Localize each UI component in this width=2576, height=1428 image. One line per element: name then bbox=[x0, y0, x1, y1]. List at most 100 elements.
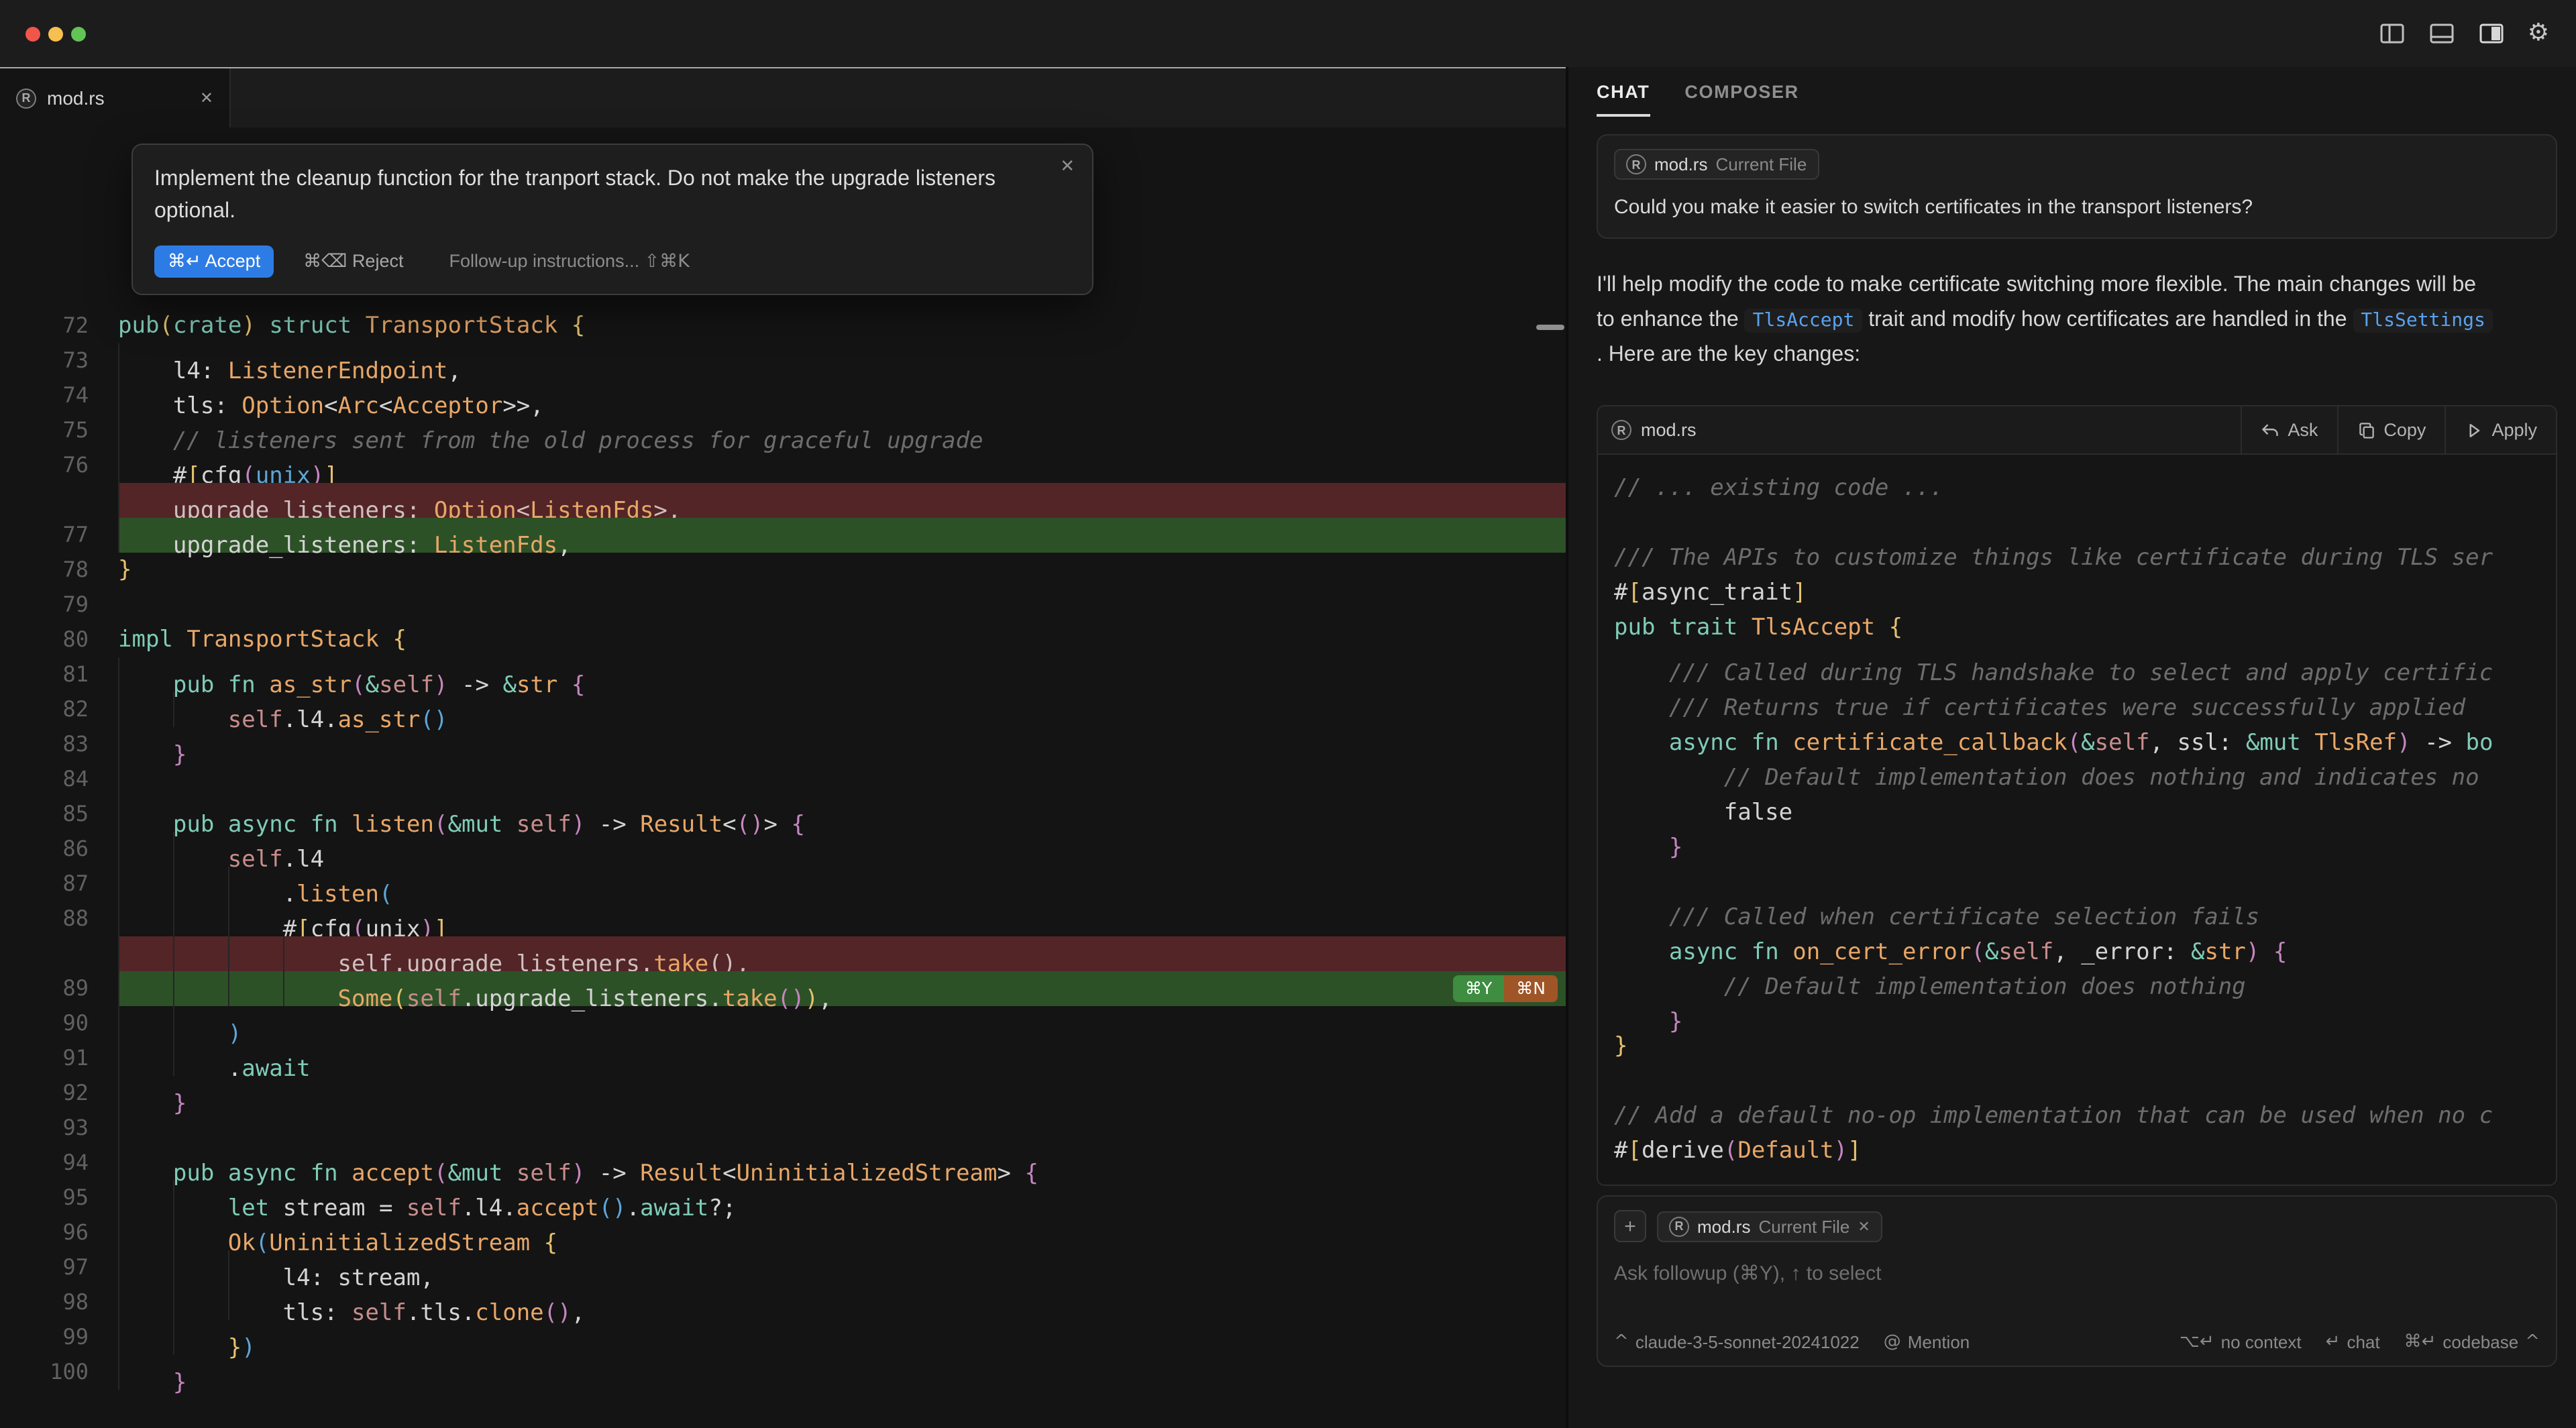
chat-code-line: async fn on_cert_error(&self, _error: &s… bbox=[1614, 924, 2556, 959]
chat-tab-composer[interactable]: COMPOSER bbox=[1684, 82, 1799, 117]
ask-button[interactable]: Ask bbox=[2241, 406, 2337, 453]
chat-code-line: #[async_trait] bbox=[1614, 575, 2556, 610]
apply-button[interactable]: Apply bbox=[2445, 406, 2556, 453]
code-line[interactable]: 77upgrade_listeners: ListenFds, bbox=[0, 518, 1566, 553]
chat-code-line: } bbox=[1614, 820, 2556, 855]
code-editor: 72pub(crate) struct TransportStack {73l4… bbox=[0, 309, 1566, 1390]
code-line[interactable]: 80impl TransportStack { bbox=[0, 622, 1566, 657]
footer-chat[interactable]: ↵chat bbox=[2326, 1332, 2380, 1352]
code-line[interactable]: 92} bbox=[0, 1076, 1566, 1111]
line-number: 76 bbox=[0, 448, 89, 483]
line-number: 100 bbox=[0, 1355, 89, 1390]
code-line[interactable]: 93 bbox=[0, 1111, 1566, 1146]
code-line[interactable]: 85pub async fn listen(&mut self) -> Resu… bbox=[0, 797, 1566, 832]
traffic-light[interactable] bbox=[71, 27, 86, 42]
chat-code-line: /// Called during TLS handshake to selec… bbox=[1614, 645, 2556, 680]
line-number: 94 bbox=[0, 1146, 89, 1180]
tab-close-icon[interactable]: ✕ bbox=[200, 89, 213, 107]
diff-reject-badge[interactable]: ⌘N bbox=[1504, 975, 1558, 1002]
line-number: 79 bbox=[0, 588, 89, 622]
chat-panel: CHATCOMPOSER mod.rs Current File Could y… bbox=[1568, 67, 2576, 1428]
line-number: 72 bbox=[0, 309, 89, 343]
footer-claude-3-5-sonnet-20241022[interactable]: ^claude-3-5-sonnet-20241022 bbox=[1614, 1332, 1860, 1352]
chat-code-line: false bbox=[1614, 785, 2556, 820]
editor-pane: mod.rs ✕ 72pub(crate) struct TransportSt… bbox=[0, 67, 1566, 1428]
reject-button[interactable]: ⌘⌫ Reject bbox=[303, 251, 403, 272]
rust-file-icon bbox=[1626, 154, 1646, 174]
footer-no-context[interactable]: ⌥↵no context bbox=[2180, 1332, 2302, 1352]
code-line[interactable]: 83} bbox=[0, 727, 1566, 762]
prompt-text: Implement the cleanup function for the t… bbox=[154, 164, 1020, 228]
footer-codebase[interactable]: ⌘↵codebase^ bbox=[2404, 1332, 2540, 1352]
pill-close-icon[interactable]: ✕ bbox=[1858, 1217, 1870, 1235]
play-icon bbox=[2465, 421, 2483, 439]
chat-tab-chat[interactable]: CHAT bbox=[1597, 82, 1650, 117]
code-line[interactable]: 88#[cfg(unix)] bbox=[0, 901, 1566, 936]
code-line[interactable]: 99}) bbox=[0, 1320, 1566, 1355]
line-number: 89 bbox=[0, 971, 89, 1006]
add-context-button[interactable]: + bbox=[1614, 1210, 1646, 1242]
scrollbar-thumb[interactable] bbox=[1536, 325, 1564, 330]
code-line[interactable]: 82self.l4.as_str() bbox=[0, 692, 1566, 727]
line-number bbox=[0, 483, 89, 518]
code-line[interactable]: 91.await bbox=[0, 1041, 1566, 1076]
code-line[interactable]: 96Ok(UninitializedStream { bbox=[0, 1215, 1566, 1250]
line-number: 82 bbox=[0, 692, 89, 727]
code-line[interactable]: 84 bbox=[0, 762, 1566, 797]
code-line[interactable]: 86self.l4 bbox=[0, 832, 1566, 867]
code-block-header: mod.rs AskCopyApply bbox=[1598, 406, 2556, 455]
rust-file-icon bbox=[1611, 420, 1631, 440]
line-number: 84 bbox=[0, 762, 89, 797]
copy-button[interactable]: Copy bbox=[2337, 406, 2445, 453]
inline-code-chip[interactable]: TlsSettings bbox=[2353, 309, 2493, 333]
footer-mention[interactable]: @Mention bbox=[1884, 1332, 1970, 1352]
accept-button[interactable]: ⌘↵ Accept bbox=[154, 245, 274, 278]
settings-gear-icon[interactable]: ⚙ bbox=[2528, 20, 2549, 47]
line-number bbox=[0, 936, 89, 971]
code-line[interactable]: upgrade_listeners: Option<ListenFds>, bbox=[0, 483, 1566, 518]
dialog-close-icon[interactable]: ✕ bbox=[1060, 156, 1075, 177]
code-line[interactable]: 72pub(crate) struct TransportStack { bbox=[0, 309, 1566, 343]
code-line[interactable]: 81pub fn as_str(&self) -> &str { bbox=[0, 657, 1566, 692]
code-line[interactable]: 87.listen( bbox=[0, 867, 1566, 901]
line-number: 85 bbox=[0, 797, 89, 832]
code-line[interactable]: 97l4: stream, bbox=[0, 1250, 1566, 1285]
code-line[interactable]: 78} bbox=[0, 553, 1566, 588]
followup-button[interactable]: Follow-up instructions... ⇧⌘K bbox=[449, 251, 690, 272]
code-line[interactable]: self.upgrade_listeners.take(), bbox=[0, 936, 1566, 971]
code-line[interactable]: 79 bbox=[0, 588, 1566, 622]
window-controls[interactable] bbox=[25, 27, 86, 42]
panel-bottom-icon[interactable] bbox=[2428, 20, 2455, 47]
line-number: 78 bbox=[0, 553, 89, 588]
context-pill[interactable]: mod.rs Current File bbox=[1614, 149, 1819, 180]
diff-accept-badge[interactable]: ⌘Y bbox=[1453, 975, 1504, 1002]
chat-input-box[interactable]: + mod.rs Current File ✕ Ask followup (⌘Y… bbox=[1597, 1195, 2557, 1367]
code-line[interactable]: 98tls: self.tls.clone(), bbox=[0, 1285, 1566, 1320]
inline-code-chip[interactable]: TlsAccept bbox=[1745, 309, 1863, 333]
chat-code-line: /// Called when certificate selection fa… bbox=[1614, 889, 2556, 924]
chat-code-line: // Add a default no-op implementation th… bbox=[1614, 1099, 2556, 1134]
assistant-message-text: I'll help modify the code to make certif… bbox=[1597, 268, 2498, 373]
line-number: 88 bbox=[0, 901, 89, 936]
code-line[interactable]: 75// listeners sent from the old process… bbox=[0, 413, 1566, 448]
traffic-light[interactable] bbox=[48, 27, 63, 42]
line-number: 90 bbox=[0, 1006, 89, 1041]
code-line[interactable]: 90) bbox=[0, 1006, 1566, 1041]
input-context-pill[interactable]: mod.rs Current File ✕ bbox=[1657, 1211, 1882, 1242]
chat-input-placeholder[interactable]: Ask followup (⌘Y), ↑ to select bbox=[1614, 1261, 2540, 1285]
code-line[interactable]: 94pub async fn accept(&mut self) -> Resu… bbox=[0, 1146, 1566, 1180]
code-line[interactable]: 95let stream = self.l4.accept().await?; bbox=[0, 1180, 1566, 1215]
tab-mod-rs[interactable]: mod.rs ✕ bbox=[0, 68, 231, 127]
line-number: 98 bbox=[0, 1285, 89, 1320]
line-number: 83 bbox=[0, 727, 89, 762]
code-line[interactable]: 89Some(self.upgrade_listeners.take()),⌘Y… bbox=[0, 971, 1566, 1006]
code-line[interactable]: 76#[cfg(unix)] bbox=[0, 448, 1566, 483]
inline-prompt-dialog: ✕ Implement the cleanup function for the… bbox=[131, 144, 1093, 295]
split-editor-icon[interactable] bbox=[2379, 20, 2406, 47]
panel-right-icon[interactable] bbox=[2478, 20, 2505, 47]
code-line[interactable]: 100} bbox=[0, 1355, 1566, 1390]
code-line[interactable]: 73l4: ListenerEndpoint, bbox=[0, 343, 1566, 378]
traffic-light[interactable] bbox=[25, 27, 40, 42]
code-block-filename: mod.rs bbox=[1641, 420, 1697, 440]
code-line[interactable]: 74tls: Option<Arc<Acceptor>>, bbox=[0, 378, 1566, 413]
